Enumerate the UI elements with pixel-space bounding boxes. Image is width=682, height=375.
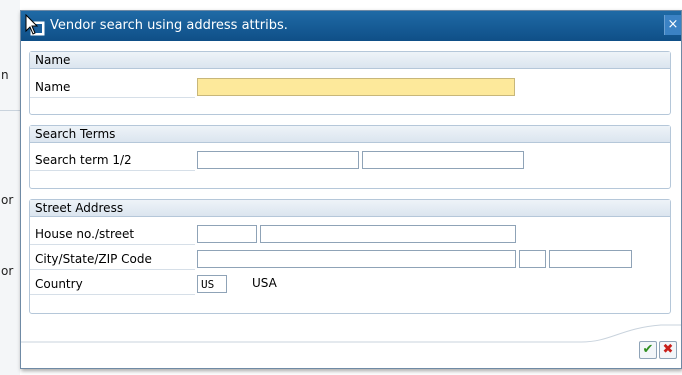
vendor-search-dialog: Vendor search using address attribs. × N… [20, 10, 682, 369]
dialog-titlebar[interactable]: Vendor search using address attribs. × [21, 11, 681, 41]
search-terms-group-header: Search Terms [30, 126, 670, 143]
country-label: Country [30, 275, 195, 295]
close-icon: × [667, 17, 679, 32]
footer-divider [21, 324, 681, 343]
house-number-input[interactable] [197, 225, 257, 243]
name-group-header: Name [30, 52, 670, 69]
background-text-fragment: or [1, 264, 14, 278]
cancel-x-icon: ✖ [662, 342, 674, 357]
close-button[interactable]: × [664, 15, 681, 35]
name-input[interactable] [197, 78, 515, 96]
dialog-cursor-icon [25, 14, 45, 36]
cancel-button[interactable]: ✖ [659, 341, 677, 359]
street-input[interactable] [260, 225, 516, 243]
background-window [0, 0, 20, 375]
country-code-input[interactable] [197, 275, 227, 293]
search-terms-group: Search Terms Search term 1/2 [29, 125, 671, 189]
street-address-group-header: Street Address [30, 200, 670, 217]
checkmark-icon: ✔ [642, 342, 654, 357]
city-input[interactable] [197, 250, 516, 268]
city-state-zip-label: City/State/ZIP Code [30, 250, 195, 270]
search-term-2-input[interactable] [362, 151, 524, 169]
background-text-fragment: n [1, 68, 9, 82]
confirm-button[interactable]: ✔ [639, 341, 657, 359]
state-input[interactable] [519, 250, 546, 268]
street-address-group: Street Address House no./street City/Sta… [29, 199, 671, 314]
name-group: Name Name [29, 51, 671, 115]
dialog-title: Vendor search using address attribs. [50, 18, 288, 33]
house-street-label: House no./street [30, 225, 195, 245]
search-term-label: Search term 1/2 [30, 151, 195, 171]
zip-code-input[interactable] [549, 250, 632, 268]
background-text-fragment: or [1, 193, 14, 207]
country-name-text: USA [252, 276, 277, 290]
name-label: Name [30, 78, 195, 98]
background-divider [0, 110, 20, 111]
search-term-1-input[interactable] [197, 151, 359, 169]
